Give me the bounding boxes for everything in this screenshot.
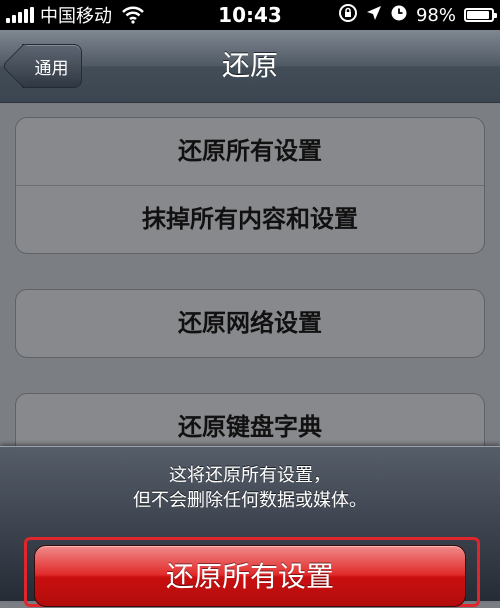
message-line-2: 但不会删除任何数据或媒体。 [133, 490, 367, 511]
back-button-label: 通用 [34, 58, 69, 79]
navigation-bar: 还原 通用 [0, 30, 500, 103]
status-bar: 中国移动 10:43 98% [0, 0, 500, 30]
location-icon [366, 5, 382, 26]
wifi-icon [122, 6, 144, 24]
confirm-reset-all-settings-button[interactable]: 还原所有设置 [34, 545, 466, 607]
erase-all-content-row[interactable]: 抹掉所有内容和设置 [16, 185, 484, 253]
reset-all-settings-row[interactable]: 还原所有设置 [16, 118, 484, 185]
back-button[interactable]: 通用 [22, 44, 82, 88]
reset-group-2: 还原网络设置 [15, 289, 485, 358]
battery-icon [464, 8, 497, 22]
carrier-name: 中国移动 [40, 6, 112, 27]
alarm-icon [390, 4, 408, 27]
battery-percentage: 98% [415, 4, 456, 26]
action-sheet: 这将还原所有设置， 但不会删除任何数据或媒体。 还原所有设置 [0, 446, 500, 607]
signal-icon [6, 7, 34, 23]
message-line-1: 这将还原所有设置， [169, 465, 331, 486]
action-sheet-message: 这将还原所有设置， 但不会删除任何数据或媒体。 [0, 463, 500, 513]
rotation-lock-icon [338, 3, 358, 28]
reset-network-settings-row[interactable]: 还原网络设置 [16, 290, 484, 357]
reset-group-1: 还原所有设置 抹掉所有内容和设置 [15, 117, 485, 254]
